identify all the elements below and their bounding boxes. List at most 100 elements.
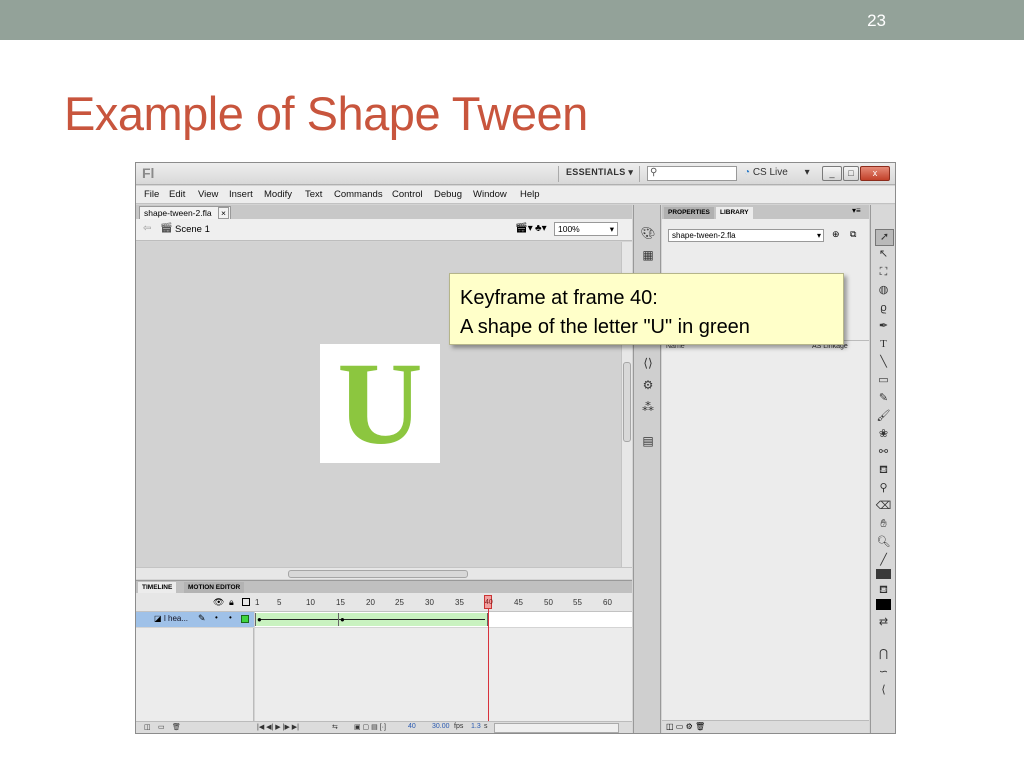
tween-arrow bbox=[260, 619, 485, 620]
components-icon[interactable]: ⚙︎ bbox=[640, 377, 656, 393]
document-tab-label: shape-tween-2.fla bbox=[144, 208, 212, 218]
panel-menu-icon[interactable]: ▾≡ bbox=[852, 206, 861, 215]
frame-ruler[interactable]: 1 5 10 15 20 25 30 35 45 50 55 60 bbox=[255, 593, 632, 612]
outline-color-swatch[interactable] bbox=[241, 615, 249, 623]
swap-colors-icon[interactable]: ⇄ bbox=[875, 615, 892, 630]
fps-value[interactable]: 30.00 bbox=[432, 723, 450, 730]
layer-name[interactable]: l hea... bbox=[164, 614, 188, 623]
menu-view[interactable]: View bbox=[198, 189, 218, 200]
stage[interactable]: U bbox=[320, 338, 440, 469]
deco-tool-icon[interactable]: ❀ bbox=[875, 427, 892, 442]
swatches-panel-icon[interactable]: ▦ bbox=[640, 247, 656, 263]
lock-dot-icon[interactable]: • bbox=[229, 613, 232, 622]
menu-edit[interactable]: Edit bbox=[169, 189, 185, 200]
edit-scene-icon[interactable]: 🎬︎▾ bbox=[515, 223, 533, 234]
timeline-horizontal-scrollbar[interactable] bbox=[494, 723, 619, 733]
document-tab[interactable]: shape-tween-2.fla × bbox=[139, 206, 231, 219]
lasso-tool-icon[interactable]: ϱ bbox=[875, 301, 892, 316]
visible-dot-icon[interactable]: • bbox=[215, 613, 218, 622]
menu-text[interactable]: Text bbox=[305, 189, 322, 200]
shape-letter-u[interactable]: U bbox=[320, 334, 440, 474]
minimize-button[interactable]: _ bbox=[822, 166, 842, 181]
motion-presets-icon[interactable]: ⁂ bbox=[640, 399, 656, 415]
horizontal-scroll-thumb[interactable] bbox=[288, 570, 468, 578]
library-item-list[interactable]: Name AS Linkage bbox=[662, 340, 869, 720]
new-layer-icon[interactable]: ◫ bbox=[144, 723, 151, 731]
stroke-color-swatch[interactable] bbox=[876, 569, 891, 579]
eyedropper-tool-icon[interactable]: ⚲ bbox=[875, 481, 892, 496]
library-buttons-icon[interactable]: ◫ ▭ ⚙ 🗑︎ bbox=[666, 722, 705, 731]
shape-tween-span[interactable]: ● ● bbox=[255, 613, 488, 626]
selection-tool-icon[interactable]: ➚ bbox=[875, 229, 894, 246]
frame-tick: 20 bbox=[366, 598, 375, 607]
close-button[interactable]: x bbox=[860, 166, 890, 181]
bone-tool-icon[interactable]: ⚯ bbox=[875, 445, 892, 460]
menu-window[interactable]: Window bbox=[473, 189, 507, 200]
horizontal-scrollbar[interactable] bbox=[136, 567, 632, 579]
menu-control[interactable]: Control bbox=[392, 189, 423, 200]
fill-color-icon[interactable]: ⛾ bbox=[875, 583, 892, 598]
keyframe-dot[interactable]: ● bbox=[257, 615, 262, 624]
onion-skin-icon[interactable]: ⇆ bbox=[332, 723, 338, 731]
playhead-line[interactable] bbox=[488, 595, 489, 721]
snap-to-objects-icon[interactable]: ⋂ bbox=[875, 647, 892, 662]
library-file-select[interactable]: shape-tween-2.fla ▾ bbox=[668, 229, 824, 242]
stroke-color-icon[interactable]: ╱ bbox=[875, 553, 892, 568]
lock-icon[interactable]: 🔒︎ bbox=[229, 597, 234, 608]
layer-list-empty bbox=[136, 628, 254, 721]
scene-label[interactable]: Scene 1 bbox=[175, 224, 210, 235]
brush-tool-icon[interactable]: 🖌︎ bbox=[875, 409, 892, 424]
menu-file[interactable]: File bbox=[144, 189, 159, 200]
tab-library[interactable]: LIBRARY bbox=[716, 207, 753, 219]
tab-properties[interactable]: PROPERTIES bbox=[664, 207, 714, 219]
menu-help[interactable]: Help bbox=[520, 189, 540, 200]
layer-row[interactable]: ◪ l hea... ✎ • • bbox=[136, 612, 254, 627]
menu-modify[interactable]: Modify bbox=[264, 189, 292, 200]
fill-color-swatch[interactable] bbox=[876, 599, 891, 610]
back-arrow-icon[interactable]: ⇦ bbox=[143, 223, 151, 234]
straighten-icon[interactable]: ⟨ bbox=[875, 683, 892, 698]
paint-bucket-tool-icon[interactable]: ⛾ bbox=[875, 463, 892, 478]
3d-rotation-tool-icon[interactable]: ◍ bbox=[875, 283, 892, 298]
pin-library-icon[interactable]: ⊕ bbox=[832, 229, 840, 240]
code-snippets-icon[interactable]: ⟨⟩ bbox=[640, 355, 656, 371]
subselection-tool-icon[interactable]: ↖ bbox=[875, 247, 892, 262]
menu-commands[interactable]: Commands bbox=[334, 189, 383, 200]
edit-symbols-icon[interactable]: ♣▾ bbox=[535, 223, 547, 234]
rectangle-tool-icon[interactable]: ▭ bbox=[875, 373, 892, 388]
close-icon[interactable]: × bbox=[217, 207, 229, 219]
zoom-select[interactable]: 100% ▾ bbox=[554, 222, 618, 236]
transform-icon[interactable]: ▤ bbox=[640, 433, 656, 449]
new-library-panel-icon[interactable]: ⧉ bbox=[850, 229, 856, 240]
hand-tool-icon[interactable]: ✋︎ bbox=[875, 517, 892, 532]
frame-row[interactable]: ● ● bbox=[255, 612, 632, 627]
playhead[interactable]: 40 bbox=[484, 595, 493, 609]
outline-icon[interactable] bbox=[242, 598, 250, 606]
smooth-icon[interactable]: ∽ bbox=[875, 665, 892, 680]
restore-button[interactable]: □ bbox=[843, 166, 859, 181]
pen-tool-icon[interactable]: ✒ bbox=[875, 319, 892, 334]
current-frame-label[interactable]: 40 bbox=[408, 723, 416, 730]
free-transform-tool-icon[interactable]: ⛶ bbox=[875, 265, 892, 280]
keyframe-dot[interactable]: ● bbox=[340, 615, 345, 624]
onion-skin-outline-icon[interactable]: ▣ ▢ ▤ [·] bbox=[354, 723, 386, 731]
vertical-scroll-thumb[interactable] bbox=[623, 362, 631, 442]
document-tab-bar: shape-tween-2.fla × bbox=[136, 205, 632, 219]
menu-insert[interactable]: Insert bbox=[229, 189, 253, 200]
new-folder-icon[interactable]: ▭ bbox=[158, 723, 165, 731]
text-tool-icon[interactable]: T bbox=[875, 337, 892, 352]
cs-live-button[interactable]: ◔ CS Live ▾ bbox=[744, 167, 810, 178]
pencil-icon: ✎ bbox=[198, 613, 206, 623]
pencil-tool-icon[interactable]: ✎ bbox=[875, 391, 892, 406]
line-tool-icon[interactable]: ╲ bbox=[875, 355, 892, 370]
eraser-tool-icon[interactable]: ⌫ bbox=[875, 499, 892, 514]
menu-debug[interactable]: Debug bbox=[434, 189, 462, 200]
delete-layer-icon[interactable]: 🗑︎ bbox=[172, 723, 181, 731]
eye-icon[interactable]: 👁︎ bbox=[213, 597, 224, 608]
playback-controls[interactable]: |◀ ◀| ▶ |▶ ▶| bbox=[257, 723, 299, 731]
zoom-tool-icon[interactable]: 🔍︎ bbox=[875, 535, 892, 550]
scene-icon: 🎬︎ bbox=[160, 223, 173, 234]
help-search-input[interactable]: ⚲ bbox=[647, 166, 737, 181]
workspace-switcher[interactable]: ESSENTIALS ▾ bbox=[566, 167, 633, 178]
color-panel-icon[interactable]: 🎨︎ bbox=[640, 225, 656, 241]
